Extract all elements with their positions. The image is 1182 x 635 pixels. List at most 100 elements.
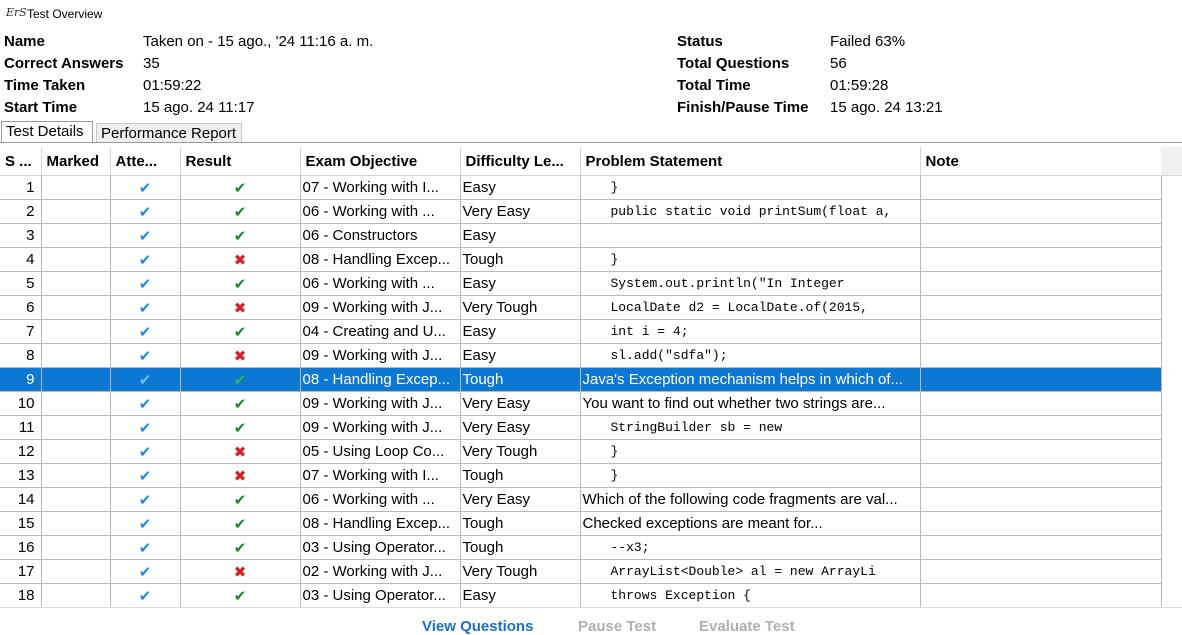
- attempted-check-icon: ✔: [138, 443, 152, 461]
- difficulty-cell: Very Easy: [460, 391, 581, 416]
- title-bar: ErS Test Overview: [0, 0, 1182, 28]
- wrong-cross-icon: ✖: [233, 443, 247, 461]
- attempted-check-icon: ✔: [138, 251, 152, 269]
- difficulty-cell: Easy: [460, 343, 581, 368]
- pause-test-button[interactable]: Pause Test: [578, 618, 656, 635]
- note-cell: [920, 511, 1162, 536]
- column-header-result[interactable]: Result: [180, 147, 301, 176]
- result-cell: ✔: [180, 511, 301, 536]
- table-row[interactable]: 3 ✔ ✔ 06 - Constructors Easy: [0, 223, 1162, 248]
- note-cell: [920, 583, 1162, 607]
- attempted-check-icon: ✔: [138, 203, 152, 221]
- correct-answers-label: Correct Answers: [4, 55, 124, 72]
- table-row[interactable]: 11 ✔ ✔ 09 - Working with J... Very Easy Strin…: [0, 415, 1162, 440]
- column-header-exam-objective[interactable]: Exam Objective: [300, 147, 461, 176]
- column-header-problem-statement[interactable]: Problem Statement: [580, 147, 921, 176]
- exam-objective-cell: 05 - Using Loop Co...: [300, 439, 461, 464]
- correct-check-icon: ✔: [233, 371, 247, 389]
- column-header-note[interactable]: Note: [920, 147, 1162, 176]
- table-row[interactable]: 13 ✔ ✖ 07 - Working with I... Tough}: [0, 463, 1162, 488]
- evaluate-test-button[interactable]: Evaluate Test: [699, 618, 795, 635]
- attempted-check-icon: ✔: [138, 371, 152, 389]
- exam-objective-cell: 09 - Working with J...: [300, 391, 461, 416]
- problem-statement-cell: sl.add("sdfa");: [580, 343, 921, 368]
- problem-statement-cell: }: [580, 463, 921, 488]
- attempted-cell: ✔: [110, 535, 181, 560]
- view-questions-button[interactable]: View Questions: [422, 618, 533, 635]
- exam-objective-cell: 08 - Handling Excep...: [300, 367, 461, 392]
- table-row[interactable]: 18 ✔ ✔ 03 - Using Operator... Easy throws Exc…: [0, 583, 1162, 607]
- correct-check-icon: ✔: [233, 227, 247, 245]
- problem-statement-cell: }: [580, 439, 921, 464]
- marked-cell: [41, 223, 111, 248]
- column-header-marked[interactable]: Marked: [41, 147, 111, 176]
- tab-divider: [0, 142, 1182, 143]
- table-row[interactable]: 12 ✔ ✖ 05 - Using Loop Co... Very Tough}: [0, 439, 1162, 464]
- difficulty-cell: Easy: [460, 223, 581, 248]
- exam-objective-cell: 06 - Working with ...: [300, 199, 461, 224]
- note-cell: [920, 415, 1162, 440]
- table-row[interactable]: 14 ✔ ✔ 06 - Working with ... Very Easy Which …: [0, 487, 1162, 512]
- note-cell: [920, 319, 1162, 344]
- table-row[interactable]: 1 ✔ ✔ 07 - Working with I... Easy}: [0, 175, 1162, 200]
- note-cell: [920, 463, 1162, 488]
- attempted-check-icon: ✔: [138, 515, 152, 533]
- table-row[interactable]: 17 ✔ ✖ 02 - Working with J... Very Tough Arra…: [0, 559, 1162, 584]
- problem-statement-cell: }: [580, 247, 921, 272]
- marked-cell: [41, 439, 111, 464]
- marked-cell: [41, 271, 111, 296]
- serial-cell: 4: [0, 247, 42, 272]
- attempted-cell: ✔: [110, 343, 181, 368]
- note-cell: [920, 439, 1162, 464]
- table-row[interactable]: 15 ✔ ✔ 08 - Handling Excep... Tough Checked e…: [0, 511, 1162, 536]
- table-row[interactable]: 10 ✔ ✔ 09 - Working with J... Very Easy You w…: [0, 391, 1162, 416]
- serial-cell: 15: [0, 511, 42, 536]
- tab-test-details[interactable]: Test Details: [1, 121, 93, 142]
- table-row[interactable]: 6 ✔ ✖ 09 - Working with J... Very Tough Local…: [0, 295, 1162, 320]
- table-row[interactable]: 16 ✔ ✔ 03 - Using Operator... Tough --x3;: [0, 535, 1162, 560]
- problem-statement-cell: throws Exception {: [580, 583, 921, 607]
- exam-objective-cell: 09 - Working with J...: [300, 343, 461, 368]
- attempted-check-icon: ✔: [138, 323, 152, 341]
- result-cell: ✔: [180, 367, 301, 392]
- problem-statement-cell: [580, 223, 921, 248]
- difficulty-cell: Very Tough: [460, 439, 581, 464]
- wrong-cross-icon: ✖: [233, 563, 247, 581]
- table-row[interactable]: 9 ✔ ✔ 08 - Handling Excep... Tough Java's Exc…: [0, 367, 1162, 392]
- problem-statement-cell: ArrayList<Double> al = new ArrayLi: [580, 559, 921, 584]
- difficulty-cell: Tough: [460, 463, 581, 488]
- marked-cell: [41, 391, 111, 416]
- serial-cell: 1: [0, 175, 42, 200]
- marked-cell: [41, 487, 111, 512]
- column-header-attempted[interactable]: Atte...: [110, 147, 181, 176]
- difficulty-cell: Tough: [460, 367, 581, 392]
- serial-cell: 8: [0, 343, 42, 368]
- tab-performance-report[interactable]: Performance Report: [96, 123, 242, 143]
- exam-objective-cell: 04 - Creating and U...: [300, 319, 461, 344]
- table-row[interactable]: 2 ✔ ✔ 06 - Working with ... Very Easy public …: [0, 199, 1162, 224]
- correct-check-icon: ✔: [233, 275, 247, 293]
- table-row[interactable]: 4 ✔ ✖ 08 - Handling Excep... Tough}: [0, 247, 1162, 272]
- total-time-label: Total Time: [677, 77, 751, 94]
- result-cell: ✖: [180, 439, 301, 464]
- exam-objective-cell: 07 - Working with I...: [300, 175, 461, 200]
- correct-check-icon: ✔: [233, 395, 247, 413]
- total-questions-value: 56: [830, 55, 847, 72]
- column-header-difficulty[interactable]: Difficulty Le...: [460, 147, 581, 176]
- note-cell: [920, 487, 1162, 512]
- column-header-serial[interactable]: S ...: [0, 147, 42, 176]
- correct-check-icon: ✔: [233, 203, 247, 221]
- serial-cell: 7: [0, 319, 42, 344]
- problem-statement-cell: Which of the following code fragments ar…: [580, 487, 921, 512]
- marked-cell: [41, 343, 111, 368]
- attempted-cell: ✔: [110, 463, 181, 488]
- table-row[interactable]: 5 ✔ ✔ 06 - Working with ... Easy System.out.p…: [0, 271, 1162, 296]
- problem-statement-cell: StringBuilder sb = new: [580, 415, 921, 440]
- table-row[interactable]: 7 ✔ ✔ 04 - Creating and U... Easy int i = 4;: [0, 319, 1162, 344]
- serial-cell: 14: [0, 487, 42, 512]
- note-cell: [920, 175, 1162, 200]
- attempted-check-icon: ✔: [138, 395, 152, 413]
- table-row[interactable]: 8 ✔ ✖ 09 - Working with J... Easy sl.add("sdf…: [0, 343, 1162, 368]
- marked-cell: [41, 415, 111, 440]
- difficulty-cell: Easy: [460, 319, 581, 344]
